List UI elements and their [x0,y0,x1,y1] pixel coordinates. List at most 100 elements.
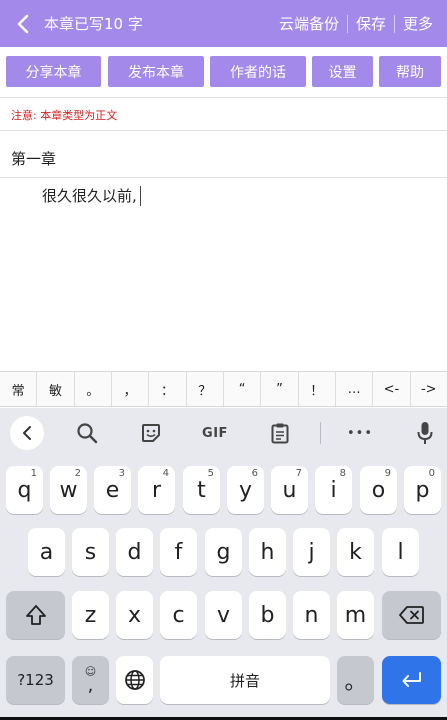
key-v[interactable]: v [205,591,242,639]
settings-button[interactable]: 设置 [312,56,373,87]
period-key[interactable]: 。 [337,656,374,704]
search-button[interactable] [70,416,104,450]
help-button[interactable]: 帮助 [379,56,441,87]
key-label: w [59,477,78,503]
more-button[interactable]: 更多 [395,13,441,34]
symbol-key[interactable]: … [336,372,374,406]
key-hint: 6 [251,468,258,479]
key-i[interactable]: i8 [315,466,352,514]
key-m[interactable]: m [337,591,374,639]
comma-emoji-key[interactable]: ☺ , [72,656,109,704]
symbol-key[interactable]: -> [411,372,447,406]
key-t[interactable]: t5 [183,466,220,514]
chevron-left-icon [17,14,29,33]
symbol-strip: 常 敏 。 ， ： ？ “ ” ！ … <- -> [0,371,447,407]
enter-icon [402,672,421,687]
top-app-bar: 本章已写10 字 云端备份 保存 更多 [0,0,447,47]
gif-button[interactable]: GIF [198,416,232,450]
key-p[interactable]: p0 [404,466,441,514]
symbol-key[interactable]: 。 [75,372,112,406]
text-cursor [139,185,141,206]
symbol-key[interactable]: ？ [187,372,224,406]
key-label: r [151,477,162,503]
key-s[interactable]: s [72,528,109,576]
symbols-key[interactable]: ?123 [6,656,65,704]
symbol-key[interactable]: 敏 [37,372,75,406]
key-hint: 7 [295,468,302,479]
symbol-key[interactable]: ： [149,372,187,406]
author-note-button[interactable]: 作者的话 [210,56,306,87]
key-o[interactable]: o9 [360,466,397,514]
key-hint: 1 [30,468,37,479]
key-j[interactable]: j [293,528,330,576]
cloud-backup-button[interactable]: 云端备份 [271,13,347,34]
divider [0,177,447,178]
shift-key[interactable] [6,591,65,639]
key-r[interactable]: r4 [138,466,175,514]
key-l[interactable]: l [382,528,419,576]
voice-input-button[interactable] [408,416,442,450]
more-options-button[interactable]: ••• [343,416,377,450]
backspace-icon [398,606,424,624]
key-u[interactable]: u7 [271,466,308,514]
space-key[interactable]: 拼音 [160,656,330,704]
key-hint: 8 [339,468,346,479]
chapter-title-input[interactable]: 第一章 [11,148,56,169]
symbol-key[interactable]: <- [373,372,411,406]
key-label: e [105,477,120,503]
key-hint: 4 [162,468,169,479]
symbol-key[interactable]: “ [224,372,262,406]
key-w[interactable]: w2 [50,466,87,514]
sticker-button[interactable] [134,416,168,450]
chapter-type-notice: 注意: 本章类型为正文 [11,109,118,122]
key-label: q [17,477,32,503]
symbol-key[interactable]: ！ [299,372,336,406]
sticker-icon [142,424,160,442]
key-k[interactable]: k [337,528,374,576]
key-hint: 5 [207,468,214,479]
clipboard-button[interactable] [263,416,297,450]
key-label: p [415,477,430,503]
enter-key[interactable] [382,656,441,704]
language-key[interactable] [116,656,153,704]
symbol-key[interactable]: ， [112,372,150,406]
chapter-content-editor[interactable]: 很久很久以前, [42,185,141,206]
key-label: y [238,477,253,503]
key-f[interactable]: f [160,528,197,576]
publish-chapter-button[interactable]: 发布本章 [108,56,204,87]
key-hint: 9 [384,468,391,479]
save-button[interactable]: 保存 [348,13,394,34]
header-actions: 云端备份 保存 更多 [271,13,441,34]
content-text: 很久很久以前, [42,187,137,205]
key-y[interactable]: y6 [227,466,264,514]
key-label: t [197,477,206,503]
collapse-keyboard-button[interactable] [10,416,44,450]
search-icon [77,423,98,444]
soft-keyboard: GIF ••• q1 w2 e3 r4 t5 y6 u7 i8 o9 p0 a … [0,408,447,720]
gif-icon: GIF [202,425,228,441]
keyboard-toolbar: GIF ••• [0,408,447,458]
key-g[interactable]: g [205,528,242,576]
symbol-key[interactable]: 常 [0,372,38,406]
key-label: o [371,477,386,503]
key-b[interactable]: b [249,591,286,639]
symbol-key[interactable]: ” [261,372,299,406]
key-label: u [282,477,297,503]
key-a[interactable]: a [28,528,65,576]
key-label: , [87,674,94,696]
shift-icon [25,605,46,625]
back-button[interactable] [6,0,40,47]
key-x[interactable]: x [116,591,153,639]
key-d[interactable]: d [116,528,153,576]
key-z[interactable]: z [72,591,109,639]
key-n[interactable]: n [293,591,330,639]
share-chapter-button[interactable]: 分享本章 [6,56,101,87]
key-h[interactable]: h [249,528,286,576]
key-label: i [330,477,337,503]
divider [0,130,447,131]
key-q[interactable]: q1 [6,466,43,514]
backspace-key[interactable] [382,591,441,639]
clipboard-icon [271,423,289,444]
key-c[interactable]: c [160,591,197,639]
key-e[interactable]: e3 [94,466,131,514]
